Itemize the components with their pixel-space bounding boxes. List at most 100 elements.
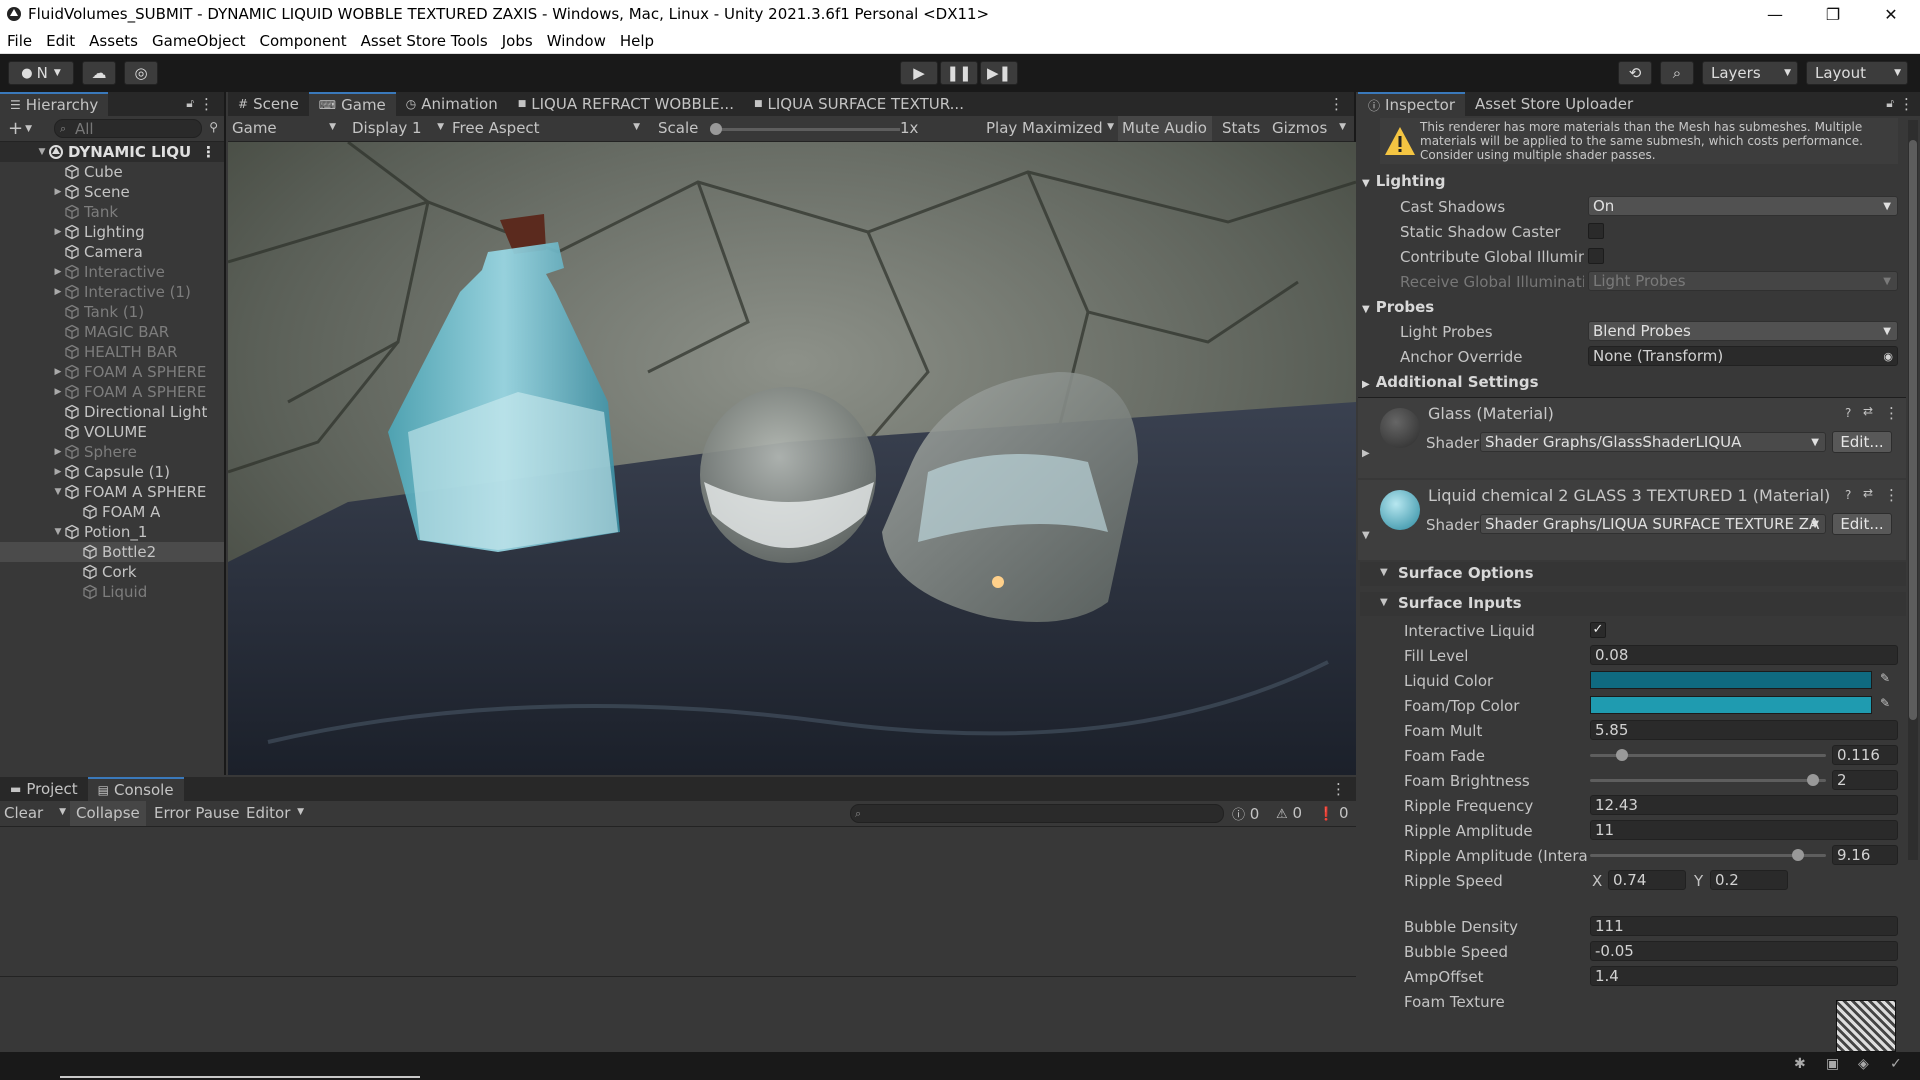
add-icon[interactable]: + bbox=[8, 118, 23, 139]
hierarchy-item[interactable]: Bottle2 bbox=[0, 542, 224, 562]
menu-file[interactable]: File bbox=[0, 32, 39, 50]
hierarchy-item[interactable]: Tank (1) bbox=[0, 302, 224, 322]
additional-settings-foldout[interactable]: ▶ Additional Settings bbox=[1362, 373, 1539, 391]
scale-slider-knob[interactable] bbox=[710, 123, 722, 135]
menu-gameobject[interactable]: GameObject bbox=[145, 32, 253, 50]
search-button[interactable]: ⌕ bbox=[1660, 61, 1694, 85]
ripple-amp-interact-slider-knob[interactable] bbox=[1791, 849, 1804, 861]
clear-dropdown[interactable]: Clear ▼ bbox=[4, 804, 66, 822]
menu-help[interactable]: Help bbox=[613, 32, 661, 50]
chevron-down-icon[interactable]: ▼ bbox=[25, 124, 32, 134]
more-icon[interactable]: ⋮ bbox=[201, 143, 224, 161]
menu-edit[interactable]: Edit bbox=[39, 32, 82, 50]
lock-icon[interactable]: 🔓︎ bbox=[1886, 96, 1894, 111]
chevron-down-icon[interactable]: ▼ bbox=[52, 527, 64, 537]
more-icon[interactable]: ⋮ bbox=[199, 95, 214, 113]
material-liquid-shader-dropdown[interactable]: Shader Graphs/LIQUA SURFACE TEXTURE ZA ▼ bbox=[1480, 514, 1826, 534]
tab-asset-store-uploader[interactable]: Asset Store Uploader bbox=[1465, 92, 1643, 116]
ripple-amplitude-input[interactable]: 11 bbox=[1590, 820, 1898, 840]
pause-button[interactable]: ❚❚ bbox=[940, 61, 978, 85]
error-pause-toggle[interactable]: Error Pause bbox=[154, 804, 239, 822]
foam-brightness-slider[interactable] bbox=[1590, 779, 1826, 782]
probes-foldout[interactable]: ▼ Probes bbox=[1362, 298, 1434, 316]
stats-toggle[interactable]: Stats bbox=[1222, 119, 1260, 137]
chevron-down-icon[interactable]: ▼ bbox=[52, 487, 64, 497]
menu-asset-store-tools[interactable]: Asset Store Tools bbox=[354, 32, 495, 50]
chevron-right-icon[interactable]: ▶ bbox=[52, 447, 64, 457]
aspect-dropdown[interactable]: Free Aspect ▼ bbox=[452, 119, 644, 137]
tab-game[interactable]: ⌨ Game bbox=[308, 92, 396, 116]
chevron-right-icon[interactable]: ▶ bbox=[52, 467, 64, 477]
preset-icon[interactable]: ⇄ bbox=[1863, 486, 1873, 500]
tab-liqua-refract[interactable]: ■ LIQUA REFRACT WOBBLE... bbox=[508, 92, 744, 116]
surface-inputs-foldout[interactable]: ▼ Surface Inputs bbox=[1360, 592, 1906, 616]
ripple-speed-x-input[interactable]: 0.74 bbox=[1608, 870, 1686, 890]
inspector-scrollbar[interactable] bbox=[1908, 120, 1918, 860]
anchor-override-field[interactable]: None (Transform) ◉ bbox=[1588, 346, 1898, 366]
hierarchy-item[interactable]: ▶ Lighting bbox=[0, 222, 224, 242]
tab-project[interactable]: ▬ Project bbox=[0, 777, 88, 801]
play-button[interactable]: ▶ bbox=[900, 61, 938, 85]
amp-offset-input[interactable]: 1.4 bbox=[1590, 966, 1898, 986]
inspector-scrollbar-thumb[interactable] bbox=[1909, 140, 1917, 720]
hierarchy-item[interactable]: Cube bbox=[0, 162, 224, 182]
ripple-speed-y-input[interactable]: 0.2 bbox=[1710, 870, 1788, 890]
chevron-right-icon[interactable]: ▶ bbox=[52, 387, 64, 397]
ripple-amp-interact-input[interactable]: 9.16 bbox=[1832, 845, 1898, 865]
cast-shadows-dropdown[interactable]: On ▼ bbox=[1588, 196, 1898, 216]
hierarchy-item[interactable]: Liquid bbox=[0, 582, 224, 602]
chevron-right-icon[interactable]: ▶ bbox=[52, 227, 64, 237]
static-shadow-caster-checkbox[interactable] bbox=[1588, 223, 1604, 239]
collapse-toggle[interactable]: Collapse bbox=[70, 801, 146, 826]
hierarchy-item[interactable]: ▶ Capsule (1) bbox=[0, 462, 224, 482]
chevron-right-icon[interactable]: ▶ bbox=[52, 287, 64, 297]
chevron-down-icon[interactable]: ▼ bbox=[36, 147, 48, 157]
play-maximized-dropdown[interactable]: Play Maximized ▼ bbox=[986, 119, 1116, 137]
preset-icon[interactable]: ⇄ bbox=[1863, 404, 1873, 418]
chevron-down-icon[interactable]: ▼ bbox=[1362, 530, 1370, 541]
chevron-right-icon[interactable]: ▶ bbox=[52, 187, 64, 197]
scene-visibility-icon[interactable]: ⚲ bbox=[209, 120, 218, 134]
hierarchy-item[interactable]: ▶ FOAM A SPHERE bbox=[0, 362, 224, 382]
layout-dropdown[interactable]: Layout ▼ bbox=[1806, 61, 1908, 85]
more-icon[interactable]: ⋮ bbox=[1884, 404, 1899, 422]
hierarchy-item[interactable]: ▶ Scene bbox=[0, 182, 224, 202]
object-picker-icon[interactable]: ◉ bbox=[1883, 350, 1893, 363]
editor-dropdown[interactable]: Editor ▼ bbox=[246, 804, 304, 822]
liquid-color-swatch[interactable] bbox=[1590, 671, 1872, 689]
light-probes-dropdown[interactable]: Blend Probes ▼ bbox=[1588, 321, 1898, 341]
cloud-button[interactable]: ☁ bbox=[82, 61, 116, 85]
ripple-frequency-input[interactable]: 12.43 bbox=[1590, 795, 1898, 815]
eyedropper-icon[interactable]: ✎ bbox=[1880, 671, 1890, 685]
surface-options-foldout[interactable]: ▼ Surface Options bbox=[1360, 562, 1906, 586]
more-icon[interactable]: ⋮ bbox=[1329, 95, 1344, 113]
history-button[interactable]: ⟲ bbox=[1618, 61, 1652, 85]
menu-window[interactable]: Window bbox=[540, 32, 613, 50]
help-icon[interactable]: ? bbox=[1845, 488, 1851, 502]
auto-generate-icon[interactable]: ◈ bbox=[1858, 1056, 1869, 1072]
display-dropdown[interactable]: Display 1 ▼ bbox=[352, 119, 446, 137]
console-search-input[interactable]: ⌕ bbox=[850, 804, 1224, 823]
log-filter[interactable]: ⓘ 0 bbox=[1232, 804, 1259, 823]
gizmos-dropdown[interactable]: Gizmos ▼ bbox=[1272, 119, 1352, 137]
help-icon[interactable]: ? bbox=[1845, 406, 1851, 420]
hierarchy-item[interactable]: ▶ Interactive (1) bbox=[0, 282, 224, 302]
hierarchy-item[interactable]: VOLUME bbox=[0, 422, 224, 442]
hierarchy-item[interactable]: HEALTH BAR bbox=[0, 342, 224, 362]
foam-color-swatch[interactable] bbox=[1590, 696, 1872, 714]
foam-brightness-slider-knob[interactable] bbox=[1807, 774, 1820, 786]
material-glass-edit-button[interactable]: Edit... bbox=[1832, 431, 1892, 453]
chevron-right-icon[interactable]: ▶ bbox=[1362, 448, 1370, 459]
step-button[interactable]: ▶❚ bbox=[980, 61, 1018, 85]
warning-filter[interactable]: ⚠ 0 bbox=[1276, 804, 1302, 822]
hierarchy-item[interactable]: ▶ Interactive bbox=[0, 262, 224, 282]
hierarchy-item[interactable]: Tank bbox=[0, 202, 224, 222]
hierarchy-item[interactable]: Cork bbox=[0, 562, 224, 582]
tab-hierarchy[interactable]: ☰ Hierarchy bbox=[0, 92, 109, 116]
bubble-density-input[interactable]: 111 bbox=[1590, 916, 1898, 936]
error-filter[interactable]: ❗ 0 bbox=[1318, 804, 1349, 822]
eyedropper-icon[interactable]: ✎ bbox=[1880, 696, 1890, 710]
bubble-speed-input[interactable]: -0.05 bbox=[1590, 941, 1898, 961]
menu-jobs[interactable]: Jobs bbox=[495, 32, 540, 50]
hierarchy-item[interactable]: Directional Light bbox=[0, 402, 224, 422]
